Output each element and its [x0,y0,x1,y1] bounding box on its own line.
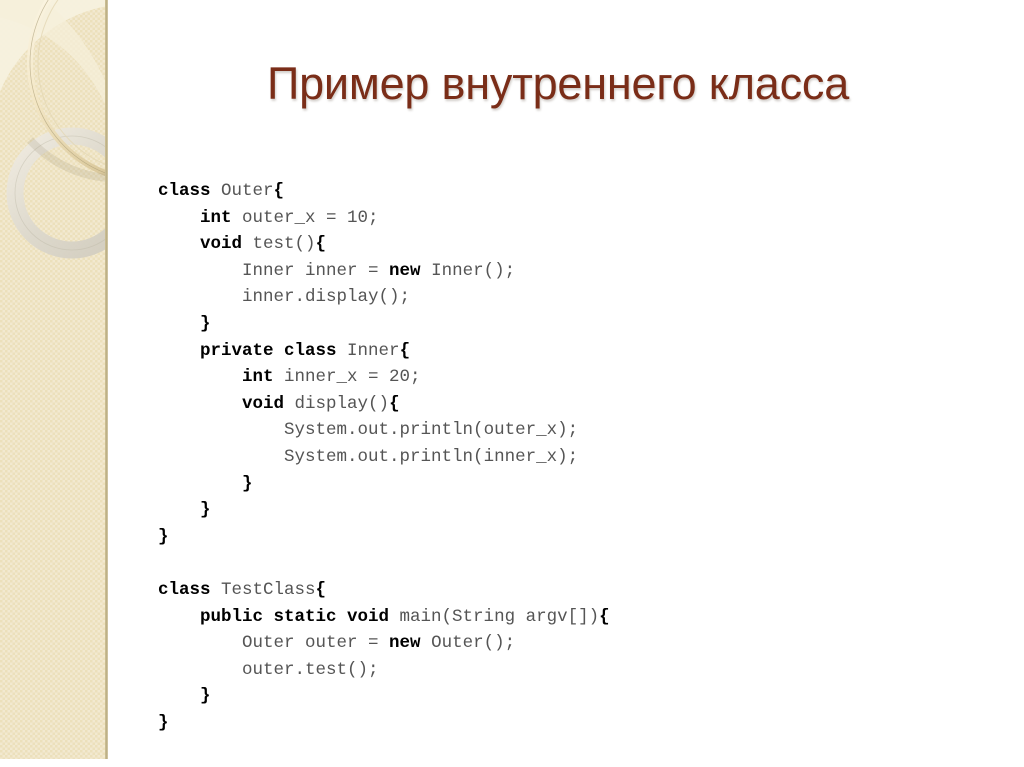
code-token: main(String argv[]) [389,606,600,627]
code-keyword: class [158,181,211,201]
code-line: inner.display(); [158,284,610,311]
code-line: System.out.println(outer_x); [158,417,610,444]
code-line: } [158,710,610,737]
slide: Пример внутреннего класса class Outer{ i… [0,0,1024,767]
code-line: } [158,471,610,498]
code-token: inner.display(); [242,287,411,308]
code-token: inner_x = 20; [273,367,421,388]
code-token: System.out.println(inner_x); [284,446,579,467]
decorative-sidebar [0,0,108,759]
code-keyword: } [158,712,169,733]
code-keyword: { [399,340,411,361]
code-line: class Outer{ [158,178,610,205]
code-line: } [158,497,610,524]
code-keyword: { [599,606,610,627]
code-line: outer.test(); [158,657,610,684]
code-token: Outer outer = [242,633,390,654]
code-keyword: class [158,579,211,600]
code-keyword: { [315,234,327,255]
code-keyword: void [242,393,285,414]
code-keyword: } [242,473,253,494]
sidebar-rings-graphic [0,0,108,259]
code-token: outer_x = 10; [231,207,379,228]
code-token: Inner [336,340,400,361]
sidebar-edge-line [105,0,108,759]
code-keyword: { [315,579,327,600]
code-line: } [158,524,610,551]
code-line: public static void main(String argv[]){ [158,604,610,631]
code-line: class TestClass{ [158,577,610,604]
code-listing: class Outer{ int outer_x = 10; void test… [158,178,610,736]
code-token: outer.test(); [242,659,379,680]
code-keyword: } [200,313,211,334]
code-line: void display(){ [158,391,610,418]
code-line: int outer_x = 10; [158,205,610,232]
code-token: Outer(); [420,633,516,654]
code-keyword: } [200,500,211,521]
code-line: } [158,311,610,338]
code-line: int inner_x = 20; [158,364,610,391]
code-line: } [158,683,610,710]
code-keyword: { [389,393,400,414]
code-token: Outer [221,181,274,201]
code-token: test() [242,234,316,255]
code-keyword: new [389,633,421,654]
code-token: TestClass [210,579,316,600]
code-line: Outer outer = new Outer(); [158,630,610,657]
code-line: private class Inner{ [158,338,610,365]
code-keyword: { [273,181,285,201]
code-token: Inner(); [420,260,516,281]
code-token: System.out.println(outer_x); [284,420,579,441]
code-keyword: int [242,367,274,388]
code-line: System.out.println(inner_x); [158,444,610,471]
code-token: display() [284,393,390,414]
page-title: Пример внутреннего класса [266,58,850,109]
code-keyword: new [389,260,421,281]
code-keyword: } [200,686,211,707]
code-keyword: public static void [200,606,390,627]
code-keyword: private class [200,340,337,361]
code-keyword: int [200,207,232,228]
code-line: void test(){ [158,231,610,258]
code-line: Inner inner = new Inner(); [158,258,610,285]
code-token: Inner inner = [242,260,390,281]
code-keyword: } [158,526,169,547]
code-keyword: void [200,234,243,255]
ring-gray [6,127,108,259]
